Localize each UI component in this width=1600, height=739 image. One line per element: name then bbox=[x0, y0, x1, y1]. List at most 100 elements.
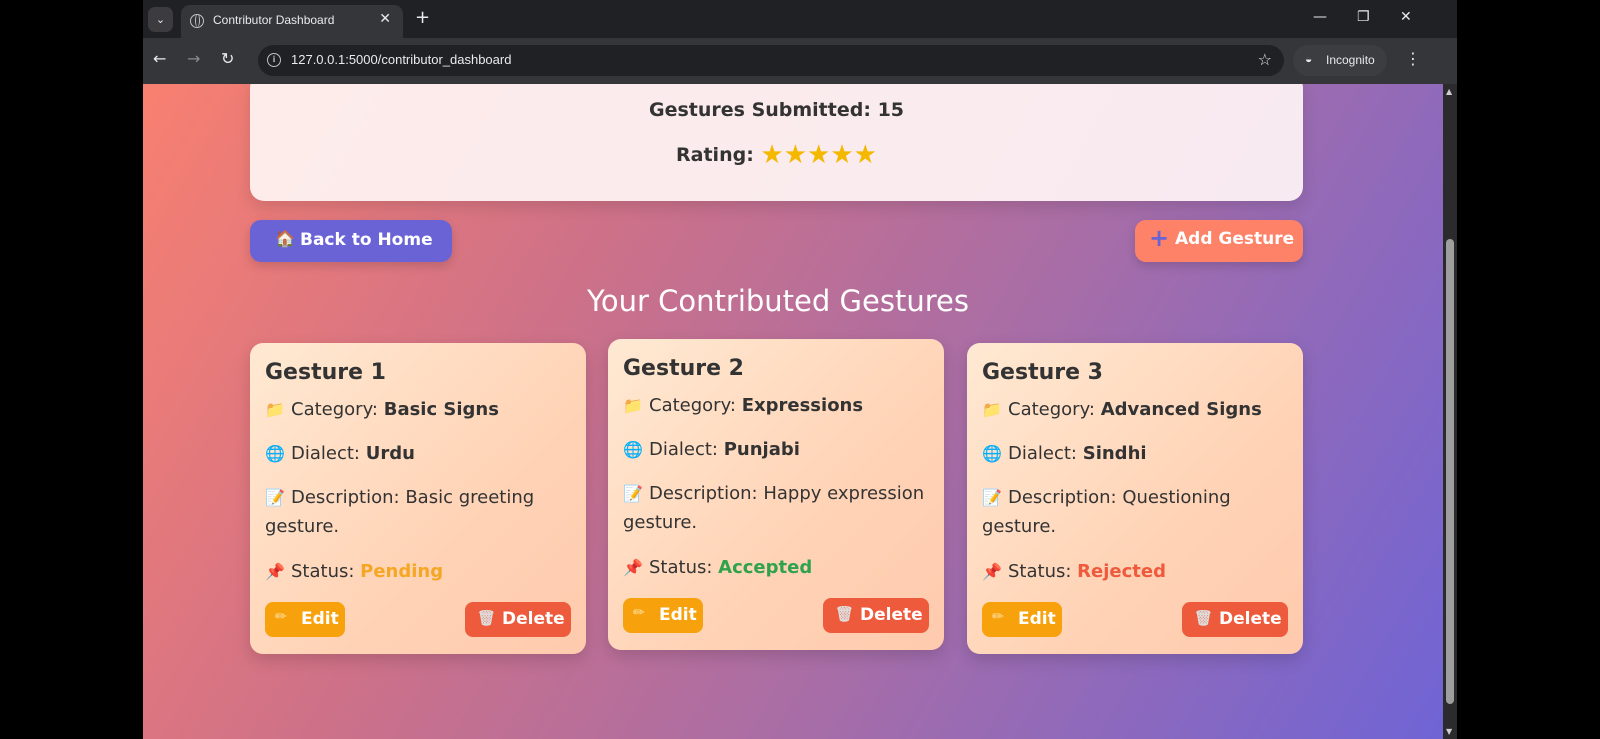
dialect-value: Punjabi bbox=[723, 439, 800, 460]
memo-icon: 📝 bbox=[265, 488, 285, 507]
gesture-category: 📁 Category: Basic Signs bbox=[265, 395, 570, 424]
forward-arrow-icon[interactable]: → bbox=[187, 49, 200, 68]
browser-toolbar: ← → ↻ i 127.0.0.1:5000/contributor_dashb… bbox=[143, 38, 1457, 84]
gesture-status: 📌 Status: Accepted bbox=[623, 553, 928, 582]
trash-icon: 🗑 bbox=[477, 609, 497, 627]
pin-icon: 📌 bbox=[982, 562, 1002, 581]
gesture-status: 📌 Status: Pending bbox=[265, 557, 570, 586]
close-window-button[interactable]: ✕ bbox=[1400, 9, 1412, 25]
restore-button[interactable]: ❐ bbox=[1357, 9, 1370, 25]
category-value: Expressions bbox=[741, 395, 864, 416]
gesture-dialect: 🌐 Dialect: Punjabi bbox=[623, 435, 928, 464]
scroll-down-icon[interactable]: ▼ bbox=[1446, 727, 1452, 736]
gesture-status: 📌 Status: Rejected bbox=[982, 557, 1287, 586]
edit-button[interactable]: ✏ Edit bbox=[982, 602, 1062, 637]
gestures-submitted-label: Gestures Submitted: bbox=[648, 99, 871, 121]
globe-icon: 🌐 bbox=[265, 444, 285, 463]
dialect-value: Sindhi bbox=[1082, 443, 1147, 464]
rating: Rating: ★★★★★ bbox=[250, 140, 1303, 170]
pin-icon: 📌 bbox=[623, 558, 643, 577]
memo-icon: 📝 bbox=[982, 488, 1002, 507]
category-label: Category: bbox=[649, 395, 736, 416]
tab-close-icon[interactable]: ✕ bbox=[379, 11, 391, 27]
gesture-card: Gesture 2 📁 Category: Expressions 🌐 Dialec… bbox=[608, 339, 944, 650]
gesture-card: Gesture 1 📁 Category: Basic Signs 🌐 Dialec… bbox=[250, 343, 586, 654]
section-title: Your Contributed Gestures bbox=[587, 284, 969, 318]
incognito-badge[interactable]: ◒ Incognito bbox=[1293, 45, 1387, 76]
plus-icon: + bbox=[1149, 224, 1170, 252]
edit-label: Edit bbox=[301, 609, 339, 629]
status-badge: Accepted bbox=[718, 557, 813, 578]
globe-icon bbox=[190, 14, 204, 28]
gesture-title: Gesture 3 bbox=[982, 360, 1103, 385]
category-value: Advanced Signs bbox=[1100, 399, 1262, 420]
new-tab-button[interactable]: + bbox=[415, 7, 430, 28]
gestures-submitted-value: 15 bbox=[877, 99, 905, 121]
url-text[interactable]: 127.0.0.1:5000/contributor_dashboard bbox=[291, 52, 511, 67]
rating-stars-icon: ★★★★★ bbox=[760, 140, 877, 170]
delete-label: Delete bbox=[860, 605, 923, 625]
status-badge: Pending bbox=[360, 561, 444, 582]
memo-icon: 📝 bbox=[623, 484, 643, 503]
dialect-label: Dialect: bbox=[1008, 443, 1077, 464]
back-arrow-icon[interactable]: ← bbox=[153, 49, 166, 68]
folder-icon: 📁 bbox=[265, 400, 285, 419]
edit-button[interactable]: ✏ Edit bbox=[623, 598, 703, 633]
gesture-description: 📝 Description: Questioning gesture. bbox=[982, 483, 1287, 541]
globe-icon: 🌐 bbox=[623, 440, 643, 459]
trash-icon: 🗑 bbox=[1194, 609, 1214, 627]
dialect-label: Dialect: bbox=[649, 439, 718, 460]
gesture-title: Gesture 1 bbox=[265, 360, 386, 385]
tab-title: Contributor Dashboard bbox=[213, 13, 335, 27]
add-gesture-label: Add Gesture bbox=[1175, 229, 1295, 249]
status-label: Status: bbox=[1008, 561, 1072, 582]
add-gesture-button[interactable]: + Add Gesture bbox=[1135, 220, 1303, 262]
site-info-icon[interactable]: i bbox=[267, 53, 281, 67]
globe-icon: 🌐 bbox=[982, 444, 1002, 463]
home-icon: 🏠 bbox=[275, 229, 295, 248]
gesture-description: 📝 Description: Happy expression gesture. bbox=[623, 479, 928, 537]
scrollbar-thumb[interactable] bbox=[1446, 239, 1454, 704]
gesture-title: Gesture 2 bbox=[623, 356, 744, 381]
menu-kebab-icon[interactable]: ⋮ bbox=[1405, 49, 1421, 68]
status-badge: Rejected bbox=[1077, 561, 1166, 582]
tab-contributor-dashboard[interactable]: Contributor Dashboard ✕ bbox=[181, 5, 403, 38]
gesture-description: 📝 Description: Basic greeting gesture. bbox=[265, 483, 570, 541]
back-to-home-button[interactable]: 🏠 Back to Home bbox=[250, 220, 452, 262]
gesture-category: 📁 Category: Advanced Signs bbox=[982, 395, 1287, 424]
category-label: Category: bbox=[291, 399, 378, 420]
vertical-scrollbar[interactable]: ▲ ▼ bbox=[1443, 84, 1457, 739]
address-bar[interactable]: i 127.0.0.1:5000/contributor_dashboard ☆ bbox=[258, 45, 1284, 76]
status-label: Status: bbox=[649, 557, 713, 578]
gesture-dialect: 🌐 Dialect: Sindhi bbox=[982, 439, 1287, 468]
stats-card: Gestures Submitted: 15 Rating: ★★★★★ bbox=[250, 84, 1303, 201]
dialect-label: Dialect: bbox=[291, 443, 360, 464]
tab-search-button[interactable]: ⌄ bbox=[148, 7, 173, 32]
category-value: Basic Signs bbox=[383, 399, 499, 420]
incognito-label: Incognito bbox=[1326, 53, 1375, 67]
delete-button[interactable]: 🗑 Delete bbox=[465, 602, 571, 637]
folder-icon: 📁 bbox=[982, 400, 1002, 419]
status-label: Status: bbox=[291, 561, 355, 582]
gesture-card: Gesture 3 📁 Category: Advanced Signs 🌐 Dia… bbox=[967, 343, 1303, 654]
description-label: Description: bbox=[649, 483, 758, 504]
category-label: Category: bbox=[1008, 399, 1095, 420]
bookmark-star-icon[interactable]: ☆ bbox=[1258, 50, 1272, 69]
back-to-home-label: Back to Home bbox=[300, 230, 433, 250]
gestures-submitted: Gestures Submitted: 15 bbox=[250, 99, 1303, 121]
minimize-button[interactable]: — bbox=[1313, 9, 1327, 25]
scroll-up-icon[interactable]: ▲ bbox=[1446, 87, 1452, 96]
edit-button[interactable]: ✏ Edit bbox=[265, 602, 345, 637]
tab-strip: ⌄ Contributor Dashboard ✕ + — ❐ ✕ bbox=[143, 0, 1457, 38]
pencil-icon: ✏ bbox=[275, 609, 287, 625]
gesture-dialect: 🌐 Dialect: Urdu bbox=[265, 439, 570, 468]
pin-icon: 📌 bbox=[265, 562, 285, 581]
description-label: Description: bbox=[291, 487, 400, 508]
edit-label: Edit bbox=[659, 605, 697, 625]
browser-window: ⌄ Contributor Dashboard ✕ + — ❐ ✕ ← → ↻ … bbox=[143, 0, 1457, 739]
delete-button[interactable]: 🗑 Delete bbox=[1182, 602, 1288, 637]
edit-label: Edit bbox=[1018, 609, 1056, 629]
delete-label: Delete bbox=[502, 609, 565, 629]
reload-icon[interactable]: ↻ bbox=[221, 49, 234, 68]
delete-button[interactable]: 🗑 Delete bbox=[823, 598, 929, 633]
